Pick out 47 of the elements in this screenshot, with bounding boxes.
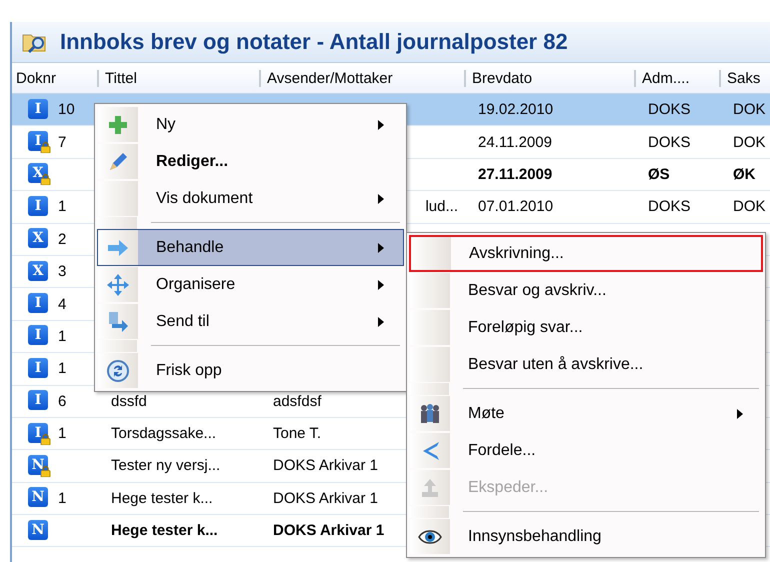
- table-cell: DOK: [733, 134, 766, 151]
- table-cell: Tone T.: [273, 425, 322, 442]
- table-cell: 7: [58, 134, 66, 151]
- table-cell: 1: [58, 490, 66, 507]
- table-cell: DOKS Arkivar 1: [273, 457, 378, 474]
- document-type-icon: I: [28, 293, 48, 314]
- table-cell: DOKS: [648, 134, 691, 151]
- table-cell: DOK: [733, 198, 766, 216]
- document-type-icon: X: [28, 228, 48, 248]
- table-cell: 19.02.2010: [478, 101, 554, 118]
- table-cell: 07.01.2010: [478, 198, 554, 216]
- window-title: Innboks brev og notater - Antall journalposter 82: [60, 29, 568, 55]
- table-cell: 4: [58, 296, 66, 313]
- table-cell: Hege tester k...: [111, 490, 213, 507]
- table-cell: DOKS: [648, 101, 691, 118]
- document-type-icon: I: [28, 390, 48, 410]
- table-cell: ØS: [648, 166, 670, 183]
- document-type-icon: N: [28, 454, 48, 475]
- table-cell: 1: [58, 328, 66, 345]
- document-type-icon: I: [28, 422, 48, 443]
- table-cell: adsfdsf: [273, 392, 322, 410]
- table-cell: 6: [58, 392, 66, 410]
- document-type-icon: X: [28, 260, 48, 281]
- table-cell: 24.11.2009: [478, 134, 552, 151]
- document-type-icon: N: [28, 520, 48, 540]
- document-type-icon: I: [28, 98, 48, 119]
- table-cell: Tester ny versj...: [111, 457, 220, 474]
- table-cell: dssfd: [111, 392, 147, 410]
- table-cell: ØK: [733, 166, 756, 183]
- document-type-icon: I: [28, 325, 48, 346]
- document-type-icon: N: [28, 487, 48, 508]
- table-cell: DOKS Arkivar 1: [273, 490, 378, 507]
- table-cell: 1: [58, 425, 66, 442]
- document-type-icon: I: [28, 196, 48, 216]
- table-cell: lud...: [425, 198, 458, 216]
- table-cell: 27.11.2009: [478, 166, 552, 183]
- table-cell: 1: [58, 360, 66, 378]
- document-type-icon: I: [28, 358, 48, 378]
- table-cell: DOKS Arkivar 1: [273, 522, 384, 540]
- table-cell: 1: [58, 198, 66, 216]
- table-cell: Torsdagssake...: [111, 425, 216, 442]
- table-cell: DOKS: [648, 198, 691, 216]
- table-cell: 3: [58, 263, 66, 280]
- table-cell: 10: [58, 101, 75, 118]
- table-cell: DOK: [733, 101, 766, 118]
- table-cell: Hege tester k...: [111, 522, 218, 540]
- table-cell: 2: [58, 230, 66, 248]
